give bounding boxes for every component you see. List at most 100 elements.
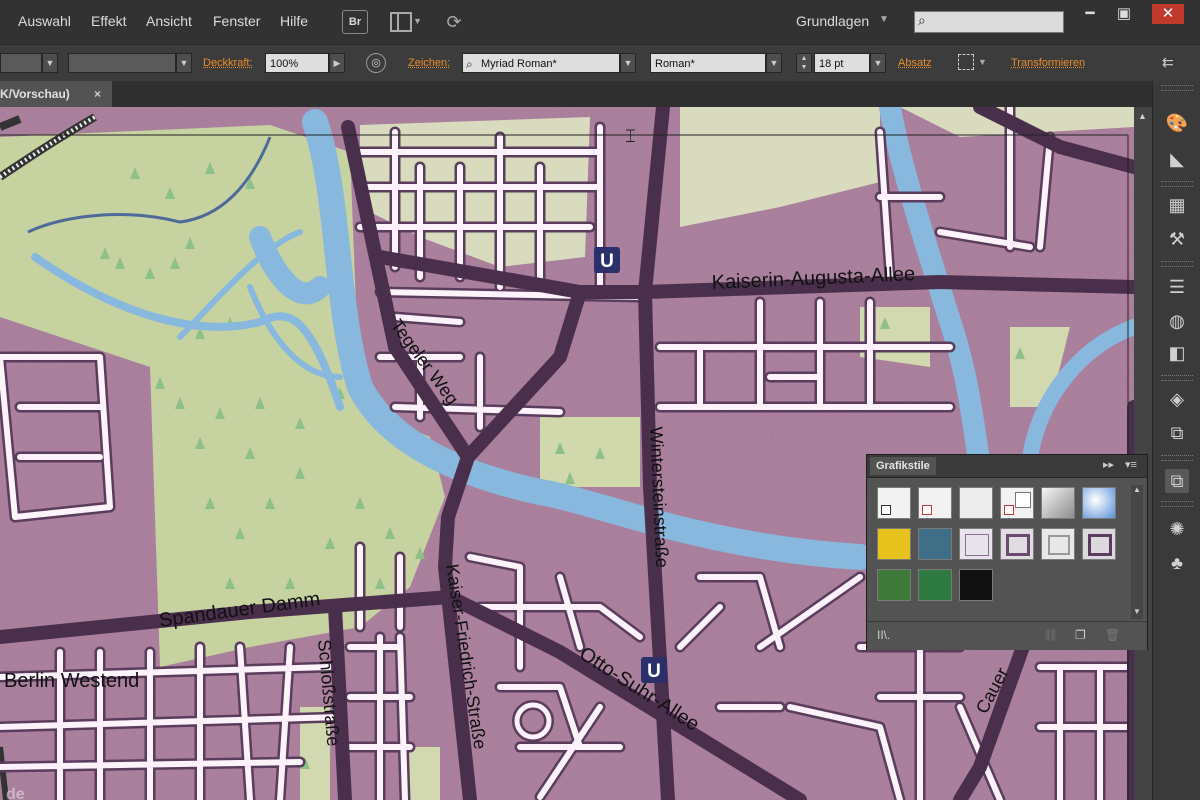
stroke-dropdown[interactable]: ▼ bbox=[42, 53, 58, 73]
menu-auswahl[interactable]: Auswahl bbox=[18, 13, 71, 29]
swatch-dual[interactable] bbox=[1000, 487, 1034, 519]
opacity-label[interactable]: Deckkraft: bbox=[203, 57, 253, 69]
symbols-icon[interactable]: ♣ bbox=[1165, 551, 1189, 575]
swatch-default-2[interactable] bbox=[918, 487, 952, 519]
color-palette-icon[interactable]: 🎨 bbox=[1165, 111, 1189, 135]
swatch-purple-frame[interactable] bbox=[1000, 528, 1034, 560]
library-menu-icon[interactable]: II\. bbox=[877, 628, 890, 642]
maximize-button[interactable]: ▣ bbox=[1108, 4, 1140, 24]
swatch-purple-frame-2[interactable] bbox=[1082, 528, 1116, 560]
control-menu-icon[interactable]: ⇇ bbox=[1162, 54, 1174, 71]
panel-dock: 🎨 ◣ ▦ ⚒ ☰ ◍ ◧ ◈ ⧉ ⧉ ✺ ♣ bbox=[1152, 81, 1200, 800]
minimize-button[interactable]: ━ bbox=[1074, 4, 1106, 24]
menu-effekt[interactable]: Effekt bbox=[91, 13, 127, 29]
align-icon[interactable] bbox=[958, 54, 974, 70]
bridge-button[interactable]: Br bbox=[342, 10, 368, 34]
swatch-blue-gradient[interactable] bbox=[1082, 487, 1116, 519]
panel-scrollbar[interactable] bbox=[1131, 485, 1143, 619]
swatch-gray-gradient[interactable] bbox=[1041, 487, 1075, 519]
swatch-black[interactable] bbox=[959, 569, 993, 601]
brushes-icon[interactable]: ⚒ bbox=[1165, 227, 1189, 251]
arrange-documents-icon[interactable] bbox=[390, 12, 412, 32]
menu-bar: Auswahl Effekt Ansicht Fenster Hilfe Br … bbox=[0, 0, 1200, 44]
swatches-grid-icon[interactable]: ▦ bbox=[1165, 193, 1189, 217]
artboards-icon[interactable]: ⧉ bbox=[1165, 421, 1189, 445]
brush-field[interactable] bbox=[68, 53, 176, 73]
document-tab[interactable]: K/Vorschau) × bbox=[0, 81, 112, 107]
label-berlin-westend: Berlin Westend bbox=[4, 670, 139, 692]
dock-grip[interactable] bbox=[1161, 181, 1193, 187]
font-size-stepper[interactable]: ▲ ▼ bbox=[796, 53, 812, 73]
appearance-icon[interactable]: ✺ bbox=[1165, 517, 1189, 541]
gradient-icon[interactable]: ◧ bbox=[1165, 341, 1189, 365]
ubahn-station-1: U bbox=[594, 247, 620, 273]
swatch-plain[interactable] bbox=[959, 487, 993, 519]
graphic-styles-icon[interactable]: ⧉ bbox=[1165, 469, 1189, 493]
swatch-green-pattern[interactable] bbox=[918, 569, 952, 601]
workspace-chevron-icon[interactable]: ▼ bbox=[879, 14, 889, 25]
menu-fenster[interactable]: Fenster bbox=[213, 13, 260, 29]
transparency-icon[interactable]: ◍ bbox=[1165, 309, 1189, 333]
style-swatch-grid bbox=[877, 487, 1125, 605]
ubahn-station-2: U bbox=[641, 657, 667, 683]
graphic-styles-panel: Grafikstile ▸▸ ▾≡ ▲ ▼ II\. ⛓ ❐ 🗑 bbox=[866, 454, 1148, 650]
svg-text:U: U bbox=[600, 251, 614, 272]
font-search-icon: ⌕ bbox=[466, 57, 473, 71]
search-icon: ⌕ bbox=[918, 12, 926, 28]
dock-grip[interactable] bbox=[1161, 375, 1193, 381]
control-bar: ▼ ▼ Deckkraft: 100% ▶ ◎ Zeichen: Myriad … bbox=[0, 44, 1200, 82]
scroll-down-icon[interactable]: ▼ bbox=[1133, 607, 1141, 616]
collapse-panel-icon[interactable]: ▸▸ bbox=[1103, 458, 1114, 471]
close-window-button[interactable]: ✕ bbox=[1152, 4, 1184, 24]
watermark: de bbox=[6, 786, 25, 800]
swatch-yellow-texture[interactable] bbox=[877, 528, 911, 560]
swatch-green-texture[interactable] bbox=[877, 569, 911, 601]
layers-icon[interactable]: ◈ bbox=[1165, 387, 1189, 411]
font-size-dropdown[interactable]: ▼ bbox=[870, 53, 886, 73]
font-family-input[interactable]: Myriad Roman* bbox=[462, 53, 620, 73]
search-input[interactable]: ⌕ bbox=[914, 11, 1064, 33]
font-style-input[interactable]: Roman* bbox=[650, 53, 766, 73]
paragraph-label[interactable]: Absatz bbox=[898, 57, 932, 69]
panel-menu-icon[interactable]: ▾≡ bbox=[1125, 458, 1137, 471]
swatch-light-frame[interactable] bbox=[959, 528, 993, 560]
font-family-dropdown[interactable]: ▼ bbox=[620, 53, 636, 73]
swatch-default[interactable] bbox=[877, 487, 911, 519]
character-label[interactable]: Zeichen: bbox=[408, 57, 450, 69]
chevron-down-icon[interactable]: ▼ bbox=[413, 16, 422, 26]
scroll-up-icon[interactable]: ▲ bbox=[1138, 111, 1147, 121]
recolor-icon[interactable]: ◎ bbox=[366, 53, 386, 73]
stroke-lines-icon[interactable]: ☰ bbox=[1165, 275, 1189, 299]
text-cursor-icon: ⌶ bbox=[625, 126, 636, 146]
transform-label[interactable]: Transformieren bbox=[1011, 57, 1085, 69]
dock-grip[interactable] bbox=[1161, 501, 1193, 507]
panel-footer: II\. ⛓ ❐ 🗑 bbox=[867, 621, 1147, 650]
svg-text:U: U bbox=[647, 661, 661, 682]
document-tab-title: K/Vorschau) bbox=[0, 87, 70, 101]
brush-dropdown[interactable]: ▼ bbox=[176, 53, 192, 73]
dock-grip[interactable] bbox=[1161, 261, 1193, 267]
opacity-dropdown[interactable]: ▶ bbox=[329, 53, 345, 73]
dock-grip[interactable] bbox=[1161, 455, 1193, 461]
panel-title[interactable]: Grafikstile bbox=[870, 457, 936, 475]
opacity-input[interactable]: 100% bbox=[265, 53, 329, 73]
font-style-dropdown[interactable]: ▼ bbox=[766, 53, 782, 73]
dock-grip[interactable] bbox=[1161, 85, 1193, 91]
align-chevron-icon[interactable]: ▼ bbox=[978, 57, 987, 67]
font-size-input[interactable]: 18 pt bbox=[814, 53, 870, 73]
swatch-gray-frame[interactable] bbox=[1041, 528, 1075, 560]
menu-hilfe[interactable]: Hilfe bbox=[280, 13, 308, 29]
new-style-icon[interactable]: ❐ bbox=[1075, 628, 1086, 642]
swatch-blue-pattern[interactable] bbox=[918, 528, 952, 560]
workspace-switcher[interactable]: Grundlagen bbox=[796, 13, 869, 29]
break-link-icon[interactable]: ⛓ bbox=[1043, 628, 1058, 642]
document-tab-bar: K/Vorschau) × bbox=[0, 81, 1152, 107]
sync-settings-icon[interactable]: ⟳ bbox=[442, 10, 466, 34]
close-tab-icon[interactable]: × bbox=[94, 81, 101, 107]
scroll-up-icon[interactable]: ▲ bbox=[1133, 485, 1141, 494]
menu-ansicht[interactable]: Ansicht bbox=[146, 13, 192, 29]
stroke-field[interactable] bbox=[0, 53, 42, 73]
color-guide-icon[interactable]: ◣ bbox=[1165, 147, 1189, 171]
panel-header[interactable]: Grafikstile ▸▸ ▾≡ bbox=[867, 455, 1147, 478]
delete-icon[interactable]: 🗑 bbox=[1105, 628, 1120, 642]
